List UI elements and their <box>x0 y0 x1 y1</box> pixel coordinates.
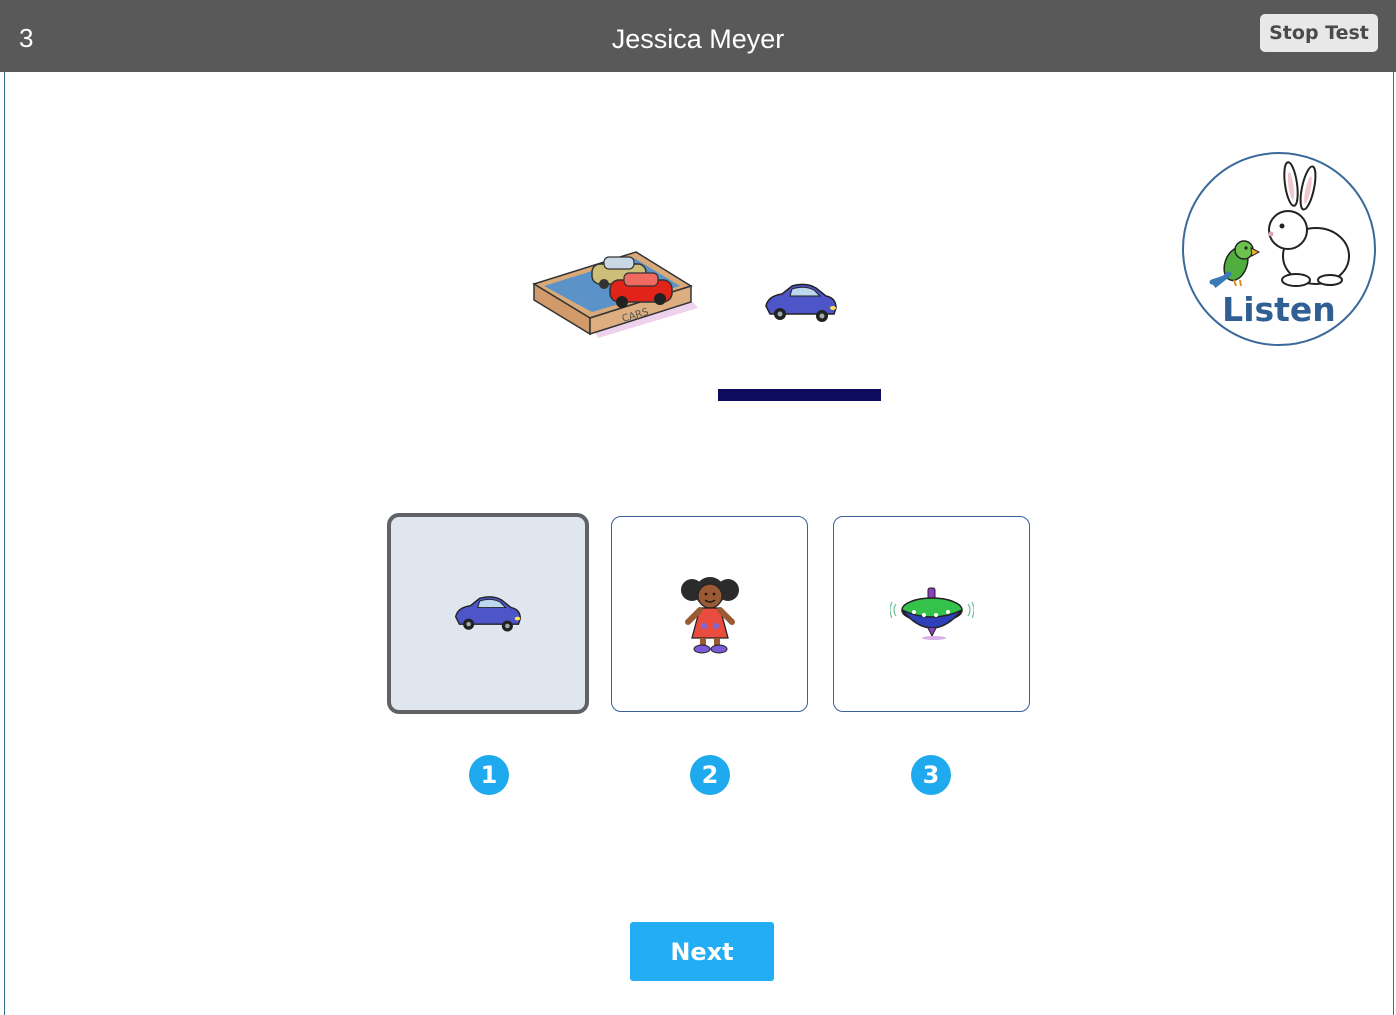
choice-card-3[interactable] <box>833 516 1030 712</box>
choice-card-1[interactable] <box>387 513 589 714</box>
toy-cars-box-image: CARS <box>532 251 698 338</box>
blue-car-image <box>765 283 837 322</box>
next-button[interactable]: Next <box>630 922 774 981</box>
parrot-icon <box>1209 240 1261 288</box>
header-bar: 3 Jessica Meyer Stop Test <box>0 0 1396 72</box>
app-frame <box>4 0 1394 1015</box>
listen-label: Listen <box>1222 290 1336 329</box>
blue-car-image <box>454 595 522 632</box>
choice-number-3[interactable]: 3 <box>911 755 951 795</box>
spinning-top-image <box>889 587 974 640</box>
doll-image <box>680 577 739 654</box>
student-name: Jessica Meyer <box>611 24 785 54</box>
answer-blank <box>718 389 881 401</box>
choice-number-1[interactable]: 1 <box>469 755 509 795</box>
rabbit-icon <box>1268 161 1350 287</box>
choice-number-2[interactable]: 2 <box>690 755 730 795</box>
listen-button[interactable]: Listen <box>1182 152 1376 346</box>
stop-test-button[interactable]: Stop Test <box>1260 14 1378 52</box>
choice-card-2[interactable] <box>611 516 808 712</box>
